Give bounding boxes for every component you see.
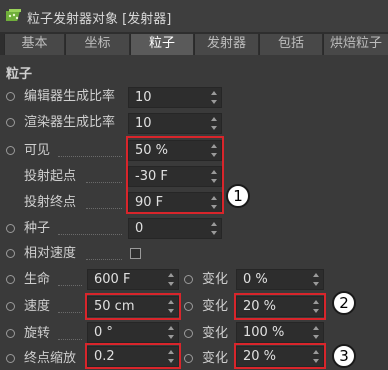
seed-value: 0: [135, 221, 144, 236]
seed-field[interactable]: 0: [128, 218, 222, 239]
keyframe-dot[interactable]: [6, 224, 15, 233]
window-title: 粒子发射器对象 [发射器]: [27, 12, 172, 27]
spinner-arrows-icon[interactable]: [168, 326, 175, 339]
lifetime-value: 600 F: [94, 272, 131, 287]
spinner-arrows-icon[interactable]: [168, 273, 175, 286]
particle-emitter-icon: [6, 9, 21, 21]
rotation-variation-value: 100 %: [243, 325, 285, 340]
spinner-arrows-icon[interactable]: [313, 273, 320, 286]
highlight-box-speed-variation: [234, 293, 326, 320]
tab-emitter[interactable]: 发射器: [194, 34, 258, 55]
keyframe-dot[interactable]: [6, 354, 15, 363]
tab-basic[interactable]: 基本: [4, 34, 64, 55]
keyframe-dot[interactable]: [184, 354, 193, 363]
keyframe-dot[interactable]: [6, 118, 15, 127]
dotted-leader: [58, 233, 122, 235]
title-bar: 粒子发射器对象 [发射器]: [0, 0, 388, 32]
keyframe-dot[interactable]: [6, 249, 15, 258]
keyframe-dot[interactable]: [184, 329, 193, 338]
section-title: 粒子: [6, 67, 33, 82]
lifetime-variation-label: 变化: [202, 272, 229, 287]
highlight-box-end-scale: [85, 343, 181, 369]
keyframe-dot[interactable]: [184, 302, 193, 311]
tab-particles[interactable]: 粒子: [130, 34, 193, 55]
relative-speed-label: 相对速度: [24, 246, 77, 261]
keyframe-dot[interactable]: [6, 275, 15, 284]
editor-rate-field[interactable]: 10: [128, 87, 222, 108]
dotted-leader: [86, 258, 122, 260]
lifetime-variation-field[interactable]: 0 %: [236, 269, 324, 290]
rotation-variation-field[interactable]: 100 %: [236, 322, 324, 343]
dotted-leader: [86, 207, 122, 209]
callout-badge-3: 3: [332, 344, 356, 368]
keyframe-dot[interactable]: [6, 92, 15, 101]
tab-include[interactable]: 包括: [259, 34, 322, 55]
dotted-leader: [58, 311, 82, 313]
tab-bar: 基本 坐标 粒子 发射器 包括 烘焙粒子: [0, 32, 388, 55]
dotted-leader: [86, 181, 122, 183]
spinner-arrows-icon[interactable]: [211, 222, 218, 235]
tab-coordinates[interactable]: 坐标: [65, 34, 129, 55]
highlight-box-end-scale-variation: [234, 343, 326, 369]
emit-start-label: 投射起点: [24, 169, 77, 184]
callout-badge-1: 1: [226, 184, 250, 208]
end-scale-label: 终点缩放: [24, 351, 77, 366]
rotation-label: 旋转: [24, 326, 51, 341]
render-rate-label: 渲染器生成比率: [24, 115, 116, 130]
relative-speed-checkbox[interactable]: [130, 248, 141, 259]
speed-variation-label: 变化: [202, 299, 229, 314]
lifetime-variation-value: 0 %: [243, 272, 268, 287]
visibility-label: 可见: [24, 143, 51, 158]
spinner-arrows-icon[interactable]: [313, 326, 320, 339]
keyframe-dot[interactable]: [6, 302, 15, 311]
lifetime-field[interactable]: 600 F: [87, 269, 179, 290]
highlight-box-speed: [85, 293, 181, 320]
spinner-arrows-icon[interactable]: [211, 117, 218, 130]
editor-rate-label: 编辑器生成比率: [24, 89, 116, 104]
rotation-variation-label: 变化: [202, 326, 229, 341]
editor-rate-value: 10: [135, 90, 152, 105]
keyframe-dot[interactable]: [6, 146, 15, 155]
dotted-leader: [58, 284, 82, 286]
dotted-leader: [58, 155, 122, 157]
speed-label: 速度: [24, 299, 51, 314]
lifetime-label: 生命: [24, 272, 51, 287]
render-rate-field[interactable]: 10: [128, 113, 222, 134]
seed-label: 种子: [24, 221, 51, 236]
rotation-field[interactable]: 0 °: [87, 322, 179, 343]
callout-badge-2: 2: [332, 291, 356, 315]
rotation-value: 0 °: [94, 325, 113, 340]
tab-bake-particles[interactable]: 烘焙粒子: [323, 34, 388, 55]
end-scale-variation-label: 变化: [202, 351, 229, 366]
keyframe-dot[interactable]: [6, 329, 15, 338]
emit-end-label: 投射终点: [24, 195, 77, 210]
spinner-arrows-icon[interactable]: [211, 91, 218, 104]
highlight-box-1: [126, 136, 224, 214]
keyframe-dot[interactable]: [184, 275, 193, 284]
dotted-leader: [58, 338, 82, 340]
render-rate-value: 10: [135, 116, 152, 131]
